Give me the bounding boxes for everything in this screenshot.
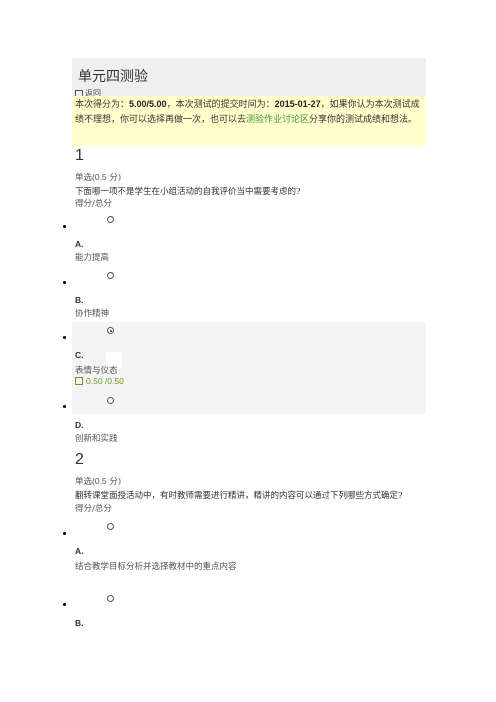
question-type: 单选(0.5 分) xyxy=(75,476,122,487)
score-value: 5.00/5.00 xyxy=(129,99,167,109)
option-text: 创新和实践 xyxy=(75,434,118,444)
option-letter: B. xyxy=(75,295,84,305)
option-score: 0.50 /0.50 xyxy=(75,376,124,386)
list-bullet xyxy=(63,225,66,228)
result-notice-text: 本次得分为：5.00/5.00，本次测试的提交时间为：2015-01-27，如果… xyxy=(75,99,420,125)
score-label: 得分/总分 xyxy=(75,504,112,514)
option-radio-b[interactable] xyxy=(107,595,114,602)
option-text: 协作精神 xyxy=(75,309,110,319)
option-letter: B. xyxy=(75,618,84,628)
list-bullet xyxy=(63,603,66,606)
check-icon xyxy=(75,377,83,385)
question-type: 单选(0.5 分) xyxy=(75,172,122,183)
option-radio-d[interactable] xyxy=(107,397,114,404)
list-bullet xyxy=(63,281,66,284)
question-text: 翻转课堂面授活动中，有时教师需要进行精讲，精讲的内容可以通过下列哪些方式确定? xyxy=(75,491,403,501)
option-text: 表情与仪态 xyxy=(75,366,118,376)
list-bullet xyxy=(63,405,66,408)
page-title: 单元四测验 xyxy=(78,69,148,85)
option-letter: C. xyxy=(75,350,84,360)
option-radio-a[interactable] xyxy=(107,216,114,223)
option-radio-c[interactable] xyxy=(107,327,114,334)
score-label: 得分/总分 xyxy=(75,199,112,209)
option-letter: A. xyxy=(75,546,84,556)
selected-option-highlight xyxy=(72,322,426,414)
question-text: 下面哪一项不是学生在小组活动的自我评价当中需要考虑的? xyxy=(75,187,301,197)
list-bullet xyxy=(63,532,66,535)
option-letter: A. xyxy=(75,239,84,249)
option-text: 结合教学目标分析并选择教材中的重点内容 xyxy=(75,562,237,572)
option-text: 能力提高 xyxy=(75,253,110,263)
option-radio-a[interactable] xyxy=(107,523,114,530)
submit-date: 2015-01-27 xyxy=(274,99,321,109)
question-number: 1 xyxy=(75,147,84,164)
question-number: 2 xyxy=(75,451,84,468)
option-radio-b[interactable] xyxy=(107,272,114,279)
list-bullet xyxy=(63,336,66,339)
discussion-link[interactable]: 测验作业讨论区 xyxy=(246,115,309,125)
option-letter: D. xyxy=(75,420,84,430)
